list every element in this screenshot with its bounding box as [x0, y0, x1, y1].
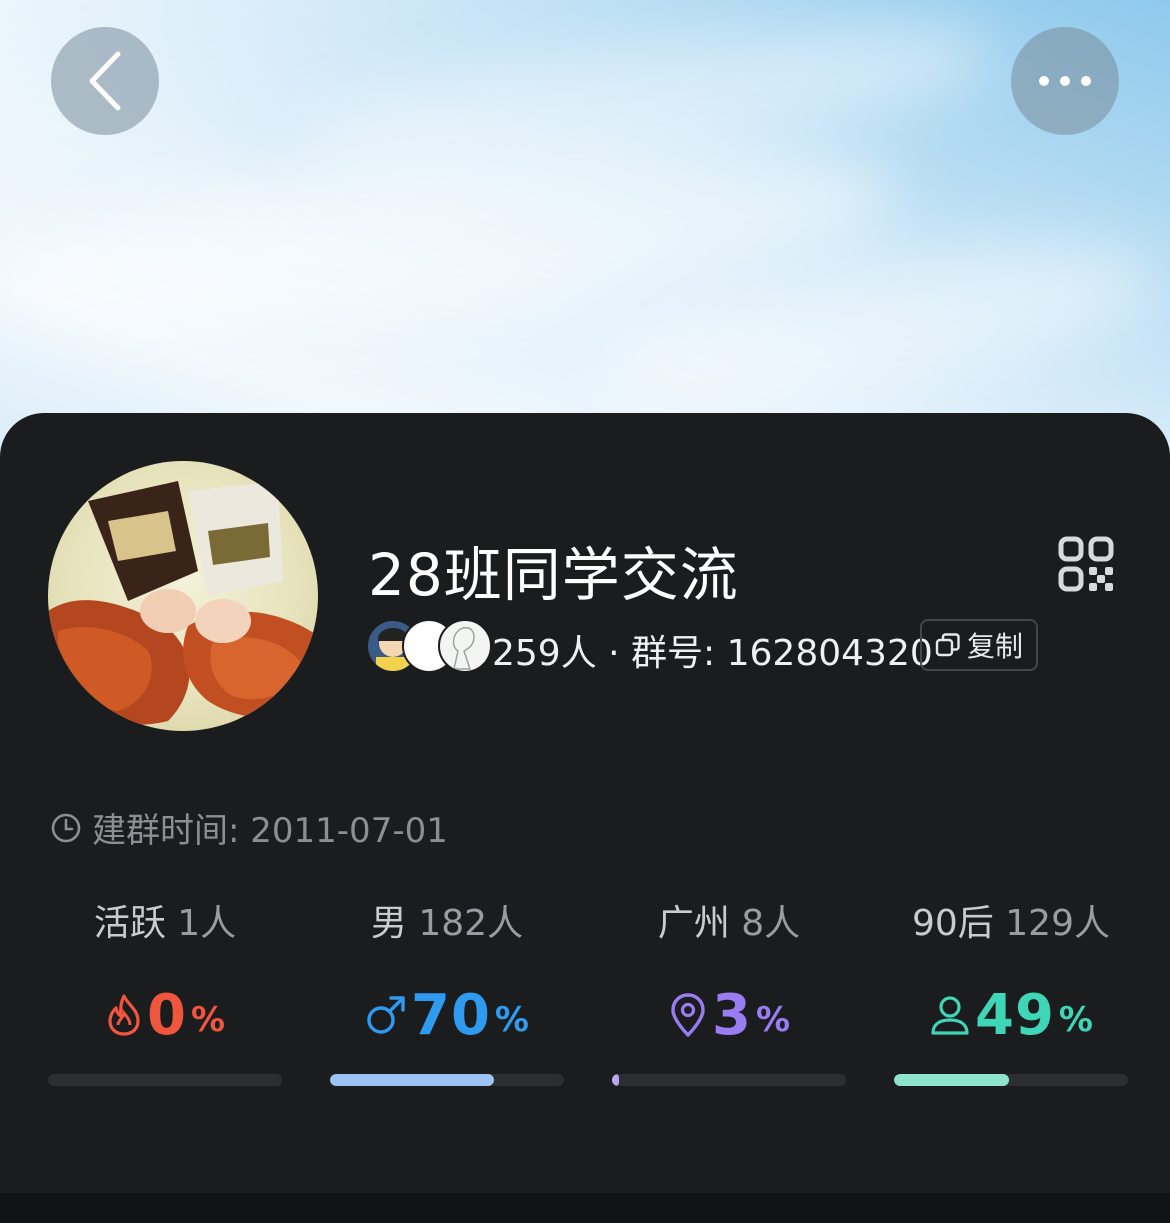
location-pin-icon — [671, 993, 705, 1037]
stat-location[interactable]: 广州 8人 3% — [612, 900, 846, 1050]
copy-label: 复制 — [966, 630, 1023, 663]
member-count-and-group-id: 259人 · 群号: 162804320 — [492, 633, 933, 674]
stat-label: 男 — [370, 903, 407, 944]
male-icon — [367, 996, 405, 1034]
header-background — [0, 0, 1170, 460]
created-date: 建群时间: 2011-07-01 — [50, 803, 448, 852]
stat-percent: 3 — [711, 982, 752, 1048]
more-button[interactable] — [1011, 27, 1119, 135]
chevron-left-icon — [89, 51, 121, 111]
stat-percent-unit: % — [190, 1000, 226, 1040]
copy-group-id-button[interactable]: 复制 — [920, 619, 1038, 671]
clock-icon — [51, 813, 81, 842]
person-icon — [931, 996, 969, 1035]
stat-percent-unit: % — [1058, 1000, 1093, 1040]
copy-icon — [935, 633, 960, 657]
stat-active-bar — [48, 1074, 282, 1086]
stat-count: 182人 — [418, 903, 524, 944]
member-avatar — [438, 619, 492, 673]
stat-male-bar — [330, 1074, 564, 1086]
stat-percent: 0 — [146, 982, 187, 1048]
qr-code-button[interactable] — [1058, 536, 1114, 592]
group-avatar-image — [48, 481, 318, 725]
stat-label: 广州 — [657, 903, 730, 944]
stat-label: 90后 — [912, 903, 994, 944]
stat-age[interactable]: 90后 129人 49% — [894, 900, 1128, 1050]
group-name: 28班同学交流 — [368, 541, 739, 609]
more-dots-icon — [1039, 76, 1091, 86]
stat-active[interactable]: 活跃 1人 0% — [48, 900, 282, 1050]
stat-male[interactable]: 男 182人 70% — [330, 900, 564, 1050]
stat-label: 活跃 — [93, 903, 166, 944]
qr-code-icon — [1058, 536, 1114, 592]
member-avatars[interactable] — [366, 619, 492, 673]
stat-count: 8人 — [741, 903, 801, 944]
back-button[interactable] — [51, 27, 159, 135]
stat-count: 129人 — [1005, 903, 1110, 944]
bottom-section-edge — [0, 1193, 1170, 1223]
stat-age-bar-fill — [894, 1074, 1009, 1086]
stat-male-bar-fill — [330, 1074, 494, 1086]
stat-percent-unit: % — [755, 1000, 791, 1040]
group-avatar[interactable] — [48, 461, 318, 731]
stat-age-bar — [894, 1074, 1128, 1086]
stat-percent-unit: % — [494, 1000, 529, 1040]
stat-count: 1人 — [177, 903, 237, 944]
flame-icon — [108, 994, 140, 1036]
created-date-label: 建群时间: 2011-07-01 — [92, 811, 448, 851]
stat-location-bar-fill — [612, 1074, 620, 1086]
stat-percent: 70 — [410, 982, 491, 1048]
stat-location-bar — [612, 1074, 846, 1086]
stat-percent: 49 — [974, 982, 1055, 1048]
